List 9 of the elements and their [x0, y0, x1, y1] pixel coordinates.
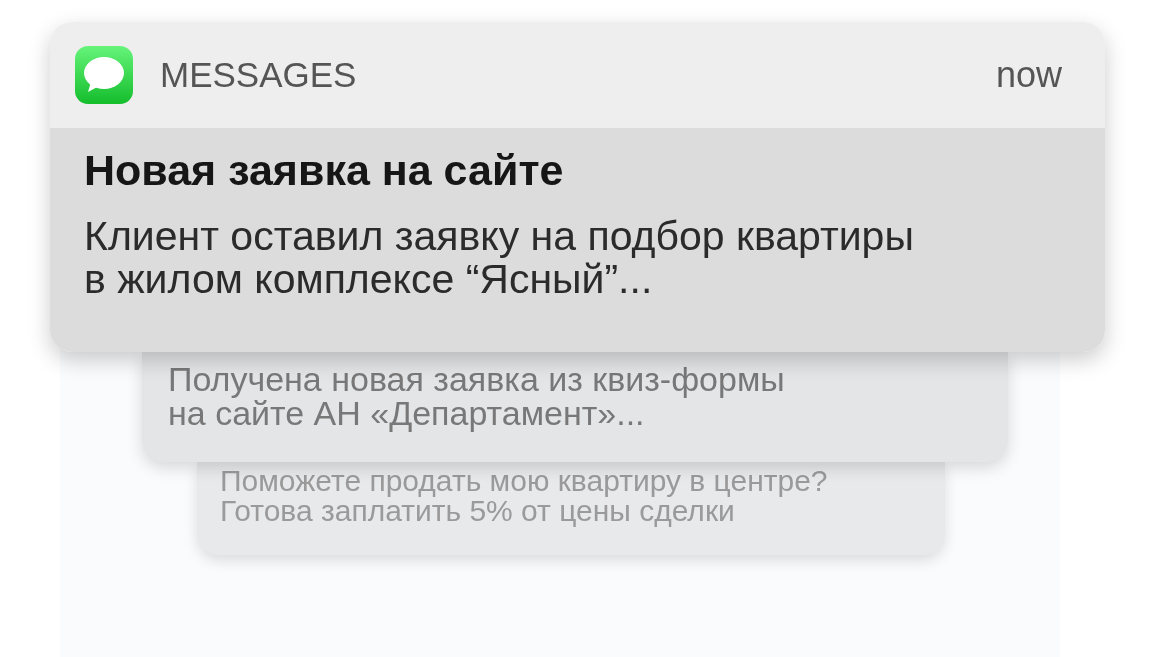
notification-title: Новая заявка на сайте: [84, 148, 565, 192]
chat-bubble-icon: [75, 46, 133, 104]
notification-card[interactable]: Получена новая заявка из квиз-формы на сайте АН «Департамент»...: [142, 352, 1008, 462]
notification-message: Получена новая заявка из квиз-формы на сайте АН «Департамент»...: [168, 362, 786, 430]
notification-message: Поможете продать мою квартиру в центре? Готова заплатить 5% от цены сделки: [220, 466, 829, 526]
notification-card[interactable]: Поможете продать мою квартиру в центре? Готова заплатить 5% от цены сделки: [197, 462, 945, 555]
timestamp: now: [995, 54, 1062, 96]
app-name: MESSAGES: [160, 55, 357, 95]
notification-message: Клиент оставил заявку на подбор квартиры в жилом комплексе “Ясный”...: [84, 215, 915, 301]
